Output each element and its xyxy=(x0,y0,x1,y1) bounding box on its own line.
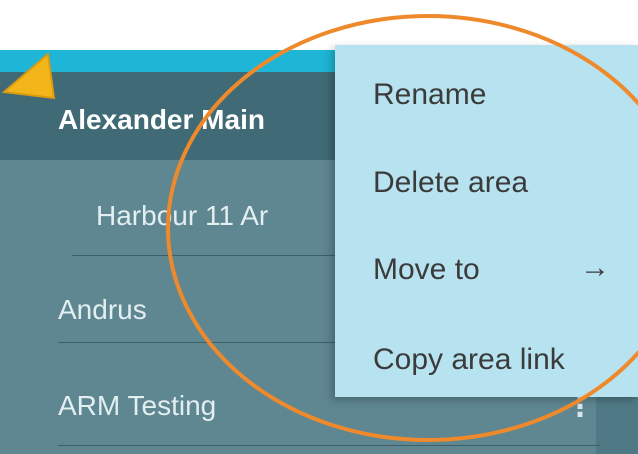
arrow-right-icon: → xyxy=(580,251,610,284)
sidebar-item-harbour[interactable]: Harbour 11 Ar xyxy=(96,200,268,232)
menu-item-rename[interactable]: Rename xyxy=(373,78,486,112)
area-context-menu: Rename Delete area Move to → Copy area l… xyxy=(335,45,638,397)
menu-item-copy-area-link[interactable]: Copy area link xyxy=(373,343,565,377)
sidebar-item-arm-testing[interactable]: ARM Testing xyxy=(58,390,216,422)
current-area-title: Alexander Main xyxy=(58,104,265,135)
row-divider xyxy=(58,445,600,446)
menu-item-delete-area[interactable]: Delete area xyxy=(373,166,528,200)
sidebar-item-andrus[interactable]: Andrus xyxy=(58,294,147,326)
cursor-arrow-icon xyxy=(1,52,56,100)
top-whitespace xyxy=(0,0,638,50)
menu-item-move-to[interactable]: Move to xyxy=(373,253,480,287)
